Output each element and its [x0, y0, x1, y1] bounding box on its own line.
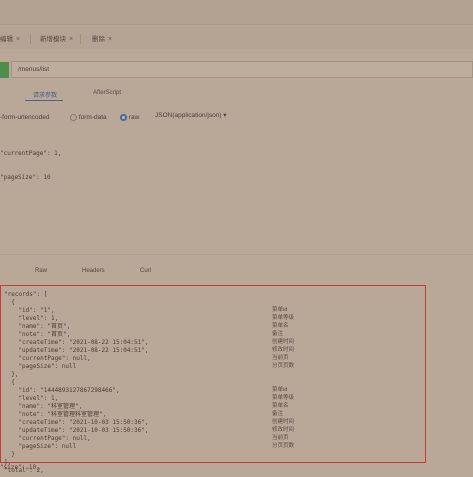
code-line: "pageSize": null: [4, 443, 77, 450]
option-form-data[interactable]: form-data: [70, 114, 107, 121]
code-line: {: [4, 299, 15, 306]
urlencoded-label: -form-urlencoded: [0, 114, 50, 121]
field-note: 当前页: [272, 355, 289, 361]
chevron-down-icon: ▾: [223, 112, 227, 119]
field-note: 分页页数: [272, 443, 295, 449]
divider: [0, 254, 473, 255]
code-line: {: [4, 379, 15, 386]
tab-bar: 编辑 × 新增模块 × 删除 ×: [0, 27, 473, 49]
response-field-notes: 菜单id 菜单等级 菜单名 备注 创建时间 修改时间 当前页 分页页数 菜单id 菜单等级 菜单名备…: [272, 306, 294, 450]
field-note: 当前页: [272, 435, 289, 441]
field-note: 修改时间: [272, 427, 295, 433]
code-line: "records": [: [4, 291, 48, 298]
response-body: "records": [ { "id": "1", "level": 1, "n…: [4, 291, 149, 475]
field-note: 备注: [272, 331, 284, 337]
content-type-select[interactable]: JSON(application/json) ▾: [155, 111, 227, 119]
tab-afterscript[interactable]: AfterScript: [93, 90, 121, 96]
tab-curl[interactable]: Curl: [140, 268, 151, 274]
code-line: },: [4, 371, 19, 378]
option-urlencoded[interactable]: -form-urlencoded: [0, 114, 50, 121]
option-raw[interactable]: raw: [120, 114, 139, 121]
code-line: "pageSize": 10: [0, 174, 51, 181]
close-icon[interactable]: ×: [16, 36, 20, 43]
field-note: [272, 370, 294, 378]
code-line: "createTime": "2021-10-03 15:50:36",: [4, 419, 149, 426]
code-line: "note": "首页",: [4, 331, 71, 338]
method-indicator[interactable]: [0, 62, 9, 78]
url-input[interactable]: [11, 61, 473, 78]
tab-headers[interactable]: Headers: [82, 268, 105, 274]
tab-raw[interactable]: Raw: [35, 268, 47, 274]
request-body-editor[interactable]: "currentPage": 1, "pageSize": 10: [0, 134, 61, 190]
tab-label: 编辑: [0, 36, 13, 43]
raw-label: raw: [128, 114, 140, 122]
field-note: 分页页数: [272, 363, 295, 369]
tab-label: 新增模块: [40, 36, 66, 43]
code-line: "id": "1444893127867298466",: [4, 387, 120, 394]
code-line: "level": 1,: [4, 395, 59, 402]
code-line: "updateTime": "2021-10-03 15:50:36",: [4, 427, 149, 434]
code-line: }: [4, 451, 15, 458]
field-note: [272, 378, 294, 386]
tab-label: 删除: [92, 36, 105, 43]
field-note: 创建时间: [272, 339, 295, 345]
close-icon[interactable]: ×: [69, 36, 73, 43]
active-tab-indicator: [25, 100, 63, 101]
top-toolbar: [0, 0, 473, 25]
tab-add-module[interactable]: 新增模块 ×: [40, 33, 73, 45]
tab-request-params[interactable]: 请求参数: [33, 90, 57, 99]
content-type-value: JSON(application/json): [155, 112, 222, 119]
url-value: /menus/list: [18, 66, 50, 73]
field-note: 菜单名: [272, 323, 289, 329]
code-line: "name": "首页",: [4, 323, 71, 330]
code-line: "currentPage": null,: [4, 355, 91, 362]
field-note: 备注: [272, 411, 284, 417]
tab-divider: [80, 34, 81, 44]
code-line: "note": "科室管理科室管理",: [4, 411, 107, 418]
response-size-line: "size": 10,: [0, 464, 40, 471]
field-note: 修改时间: [272, 347, 295, 353]
code-line: "createTime": "2021-08-22 15:04:51",: [4, 339, 149, 346]
field-note: 菜单id: [272, 307, 288, 313]
tab-divider: [30, 34, 31, 44]
code-line: "id": "1",: [4, 307, 55, 314]
field-note: 菜单id: [272, 387, 288, 393]
code-line: "name": "科室管理",: [4, 403, 83, 410]
tab-delete[interactable]: 删除 ×: [92, 33, 112, 45]
radio-raw[interactable]: [120, 114, 127, 121]
code-line: "currentPage": 1,: [0, 150, 62, 157]
tab-edit[interactable]: 编辑 ×: [0, 33, 20, 45]
field-note: 菜单等级: [272, 395, 295, 401]
code-line: "pageSize": null: [4, 363, 77, 370]
field-note: 菜单名: [272, 403, 289, 409]
field-note: 菜单等级: [272, 315, 295, 321]
form-data-label: form-data: [78, 114, 107, 122]
code-line: "currentPage": null,: [4, 435, 91, 442]
field-note: 创建时间: [272, 419, 295, 425]
radio-form-data[interactable]: [70, 114, 77, 121]
close-icon[interactable]: ×: [108, 36, 112, 43]
code-line: "level": 1,: [4, 315, 59, 322]
code-line: "updateTime": "2021-08-22 15:04:51",: [4, 347, 149, 354]
